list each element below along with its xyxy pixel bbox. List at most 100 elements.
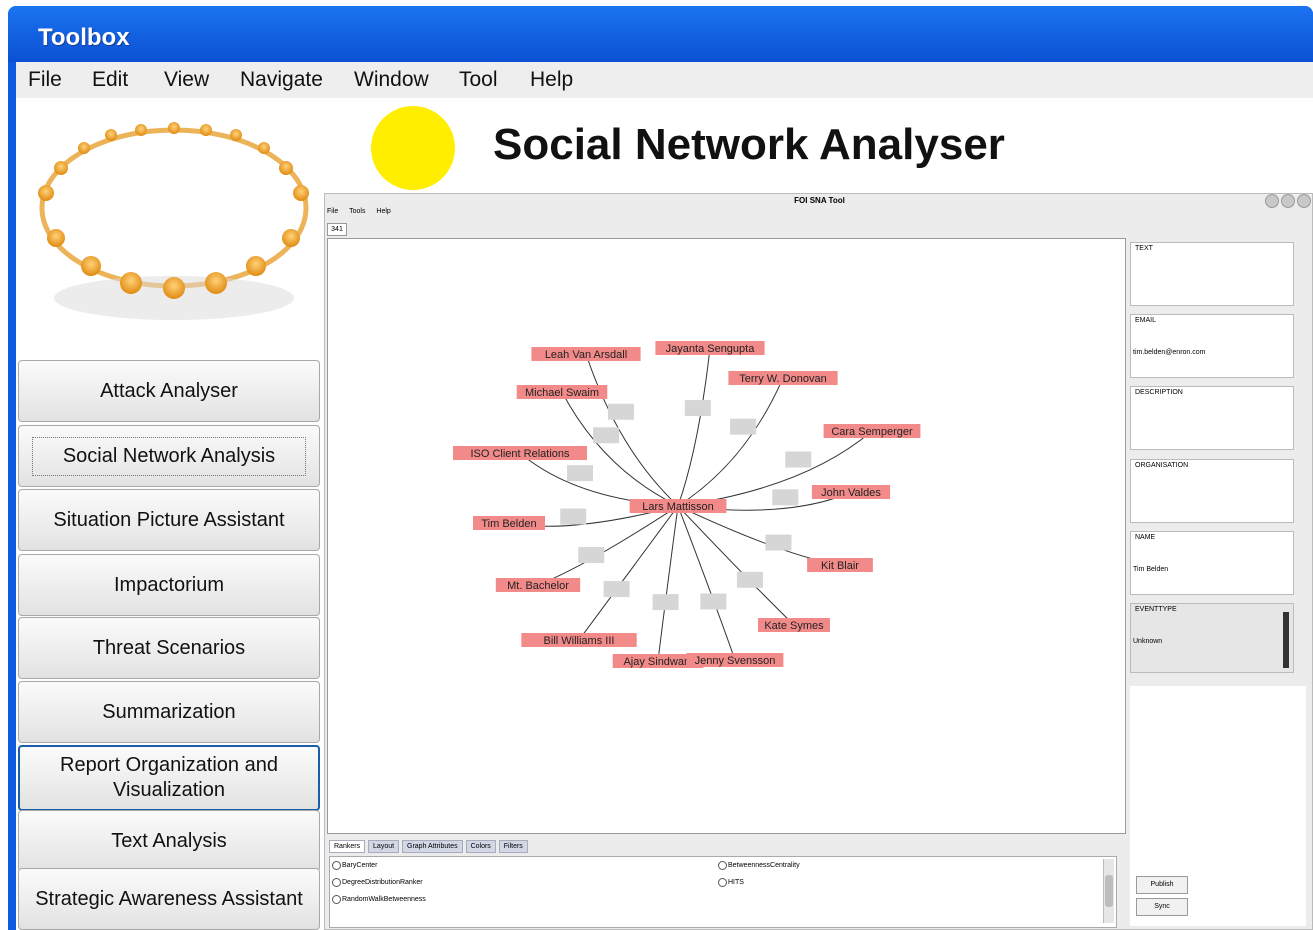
nav-situation-picture-assistant[interactable]: Situation Picture Assistant: [18, 489, 320, 551]
nav-attack-analyser[interactable]: Attack Analyser: [18, 360, 320, 422]
eventtype-scrollbar[interactable]: [1283, 612, 1289, 668]
menu-bar: File Edit View Navigate Window Tool Help: [16, 62, 1313, 98]
tab-colors[interactable]: Colors: [465, 840, 496, 853]
attr-organisation[interactable]: ORGANISATION: [1130, 459, 1294, 523]
radio-icon: [332, 878, 341, 887]
sna-count-field[interactable]: 341: [327, 223, 347, 236]
tab-filters[interactable]: Filters: [498, 840, 528, 853]
people-circle-logo: [38, 122, 309, 331]
nav-impactorium[interactable]: Impactorium: [18, 554, 320, 616]
graph-canvas[interactable]: Leah Van Arsdall Jayanta Sengupta Terry W.…: [328, 239, 1125, 833]
attr-email[interactable]: EMAIL tim.belden@enron.com: [1130, 314, 1294, 378]
nav-threat-scenarios[interactable]: Threat Scenarios: [18, 617, 320, 679]
email-envelope-icon[interactable]: [578, 546, 605, 563]
ranker-list: BaryCenter DegreeDistributionRanker Rand…: [329, 856, 1117, 928]
menu-file[interactable]: File: [28, 68, 62, 92]
attr-eventtype[interactable]: EVENTTYPE Unknown: [1130, 603, 1294, 673]
menu-help[interactable]: Help: [530, 68, 573, 92]
sync-button[interactable]: Sync: [1136, 898, 1188, 916]
attr-name[interactable]: NAME Tim Belden: [1130, 531, 1294, 595]
ranker-label: BaryCenter: [342, 862, 378, 869]
tab-graph-attributes[interactable]: Graph Attributes: [402, 840, 463, 853]
menu-tool[interactable]: Tool: [459, 68, 498, 92]
email-envelope-icon[interactable]: [730, 418, 757, 435]
client-area: Attack Analyser Social Network Analysis …: [16, 98, 1313, 930]
attr-label: DESCRIPTION: [1135, 389, 1185, 396]
ranker-label: RandomWalkBetweenness: [342, 896, 426, 903]
minimize-icon[interactable]: [1265, 194, 1279, 208]
email-envelope-icon[interactable]: [603, 581, 630, 598]
menu-navigate[interactable]: Navigate: [240, 68, 323, 92]
attr-label: NAME: [1135, 534, 1158, 541]
tab-rankers[interactable]: Rankers: [329, 840, 366, 853]
ranker-barycenter[interactable]: BaryCenter: [332, 861, 377, 870]
nav-strategic-awareness-assistant[interactable]: Strategic Awareness Assistant: [18, 868, 320, 930]
email-envelope-icon[interactable]: [593, 427, 620, 444]
menu-window[interactable]: Window: [354, 68, 429, 92]
email-envelope-icon[interactable]: [785, 451, 812, 468]
graph-edge: [677, 347, 711, 507]
graph-node-label: Leah Van Arsdall: [545, 349, 627, 361]
ranker-hits[interactable]: HITS: [718, 878, 744, 887]
nav-label: Text Analysis: [111, 829, 227, 852]
ranker-betweenness[interactable]: BetweennessCentrality: [718, 861, 800, 870]
graph-node-label: Mt. Bachelor: [507, 580, 569, 592]
email-envelope-icon[interactable]: [772, 489, 799, 506]
ranker-label: HITS: [728, 879, 744, 886]
email-envelope-icon[interactable]: [560, 508, 587, 525]
publish-button[interactable]: Publish: [1136, 876, 1188, 894]
email-envelope-icon[interactable]: [700, 593, 727, 610]
scroll-thumb[interactable]: [1105, 875, 1113, 907]
sna-menu-bar: File Tools Help: [327, 208, 400, 220]
ranker-degree-distribution[interactable]: DegreeDistributionRanker: [332, 878, 423, 887]
graph-node-label: Cara Semperger: [831, 426, 913, 438]
sna-menu-file[interactable]: File: [327, 208, 338, 215]
nav-text-analysis[interactable]: Text Analysis: [18, 810, 320, 872]
attr-label: EVENTTYPE: [1135, 606, 1179, 613]
attr-value: Tim Belden: [1133, 566, 1169, 573]
graph-node-label: Ajay Sindwani: [623, 656, 692, 668]
nav-report-organization[interactable]: Report Organization and Visualization: [18, 745, 320, 811]
menu-view[interactable]: View: [164, 68, 209, 92]
attr-label: TEXT: [1135, 245, 1155, 252]
nav-label: Impactorium: [113, 573, 225, 596]
nav-label: Threat Scenarios: [92, 636, 246, 659]
ranker-random-walk[interactable]: RandomWalkBetweenness: [332, 895, 426, 904]
graph-edge: [677, 505, 736, 661]
network-graph[interactable]: Leah Van Arsdall Jayanta Sengupta Terry W.…: [327, 238, 1126, 834]
email-envelope-icon[interactable]: [765, 534, 792, 551]
graph-node-label: Jenny Svensson: [695, 655, 776, 667]
attr-value: Unknown: [1133, 638, 1163, 645]
sna-menu-tools[interactable]: Tools: [349, 208, 365, 215]
tab-layout[interactable]: Layout: [368, 840, 400, 853]
sna-menu-help[interactable]: Help: [376, 208, 390, 215]
maximize-icon[interactable]: [1281, 194, 1295, 208]
nav-label: Social Network Analysis: [31, 436, 307, 476]
menu-edit[interactable]: Edit: [92, 68, 128, 92]
attr-description[interactable]: DESCRIPTION: [1130, 386, 1294, 450]
sna-title: FOI SNA Tool: [794, 196, 845, 205]
attr-text[interactable]: TEXT: [1130, 242, 1294, 306]
radio-icon: [718, 878, 727, 887]
email-envelope-icon[interactable]: [652, 594, 679, 611]
radio-icon: [332, 861, 341, 870]
email-envelope-icon[interactable]: [736, 571, 763, 588]
nav-label: Situation Picture Assistant: [53, 508, 285, 531]
attr-label: EMAIL: [1135, 317, 1159, 324]
close-icon[interactable]: [1297, 194, 1311, 208]
window-title: Toolbox: [38, 24, 130, 51]
ranker-label: BetweennessCentrality: [728, 862, 800, 869]
graph-node-label: Michael Swaim: [525, 387, 599, 399]
radio-icon: [718, 861, 727, 870]
ranker-tabs: Rankers Layout Graph Attributes Colors F…: [329, 840, 529, 854]
graph-node-label: Kit Blair: [821, 560, 859, 572]
email-envelope-icon[interactable]: [567, 465, 594, 482]
nav-social-network-analysis[interactable]: Social Network Analysis: [18, 425, 320, 487]
nav-summarization[interactable]: Summarization: [18, 681, 320, 743]
page-title: Social Network Analyser: [493, 120, 1005, 169]
email-envelope-icon[interactable]: [684, 400, 711, 417]
graph-edge: [519, 452, 679, 507]
email-envelope-icon[interactable]: [607, 403, 634, 420]
radio-icon: [332, 895, 341, 904]
ranker-scrollbar[interactable]: [1103, 859, 1114, 923]
